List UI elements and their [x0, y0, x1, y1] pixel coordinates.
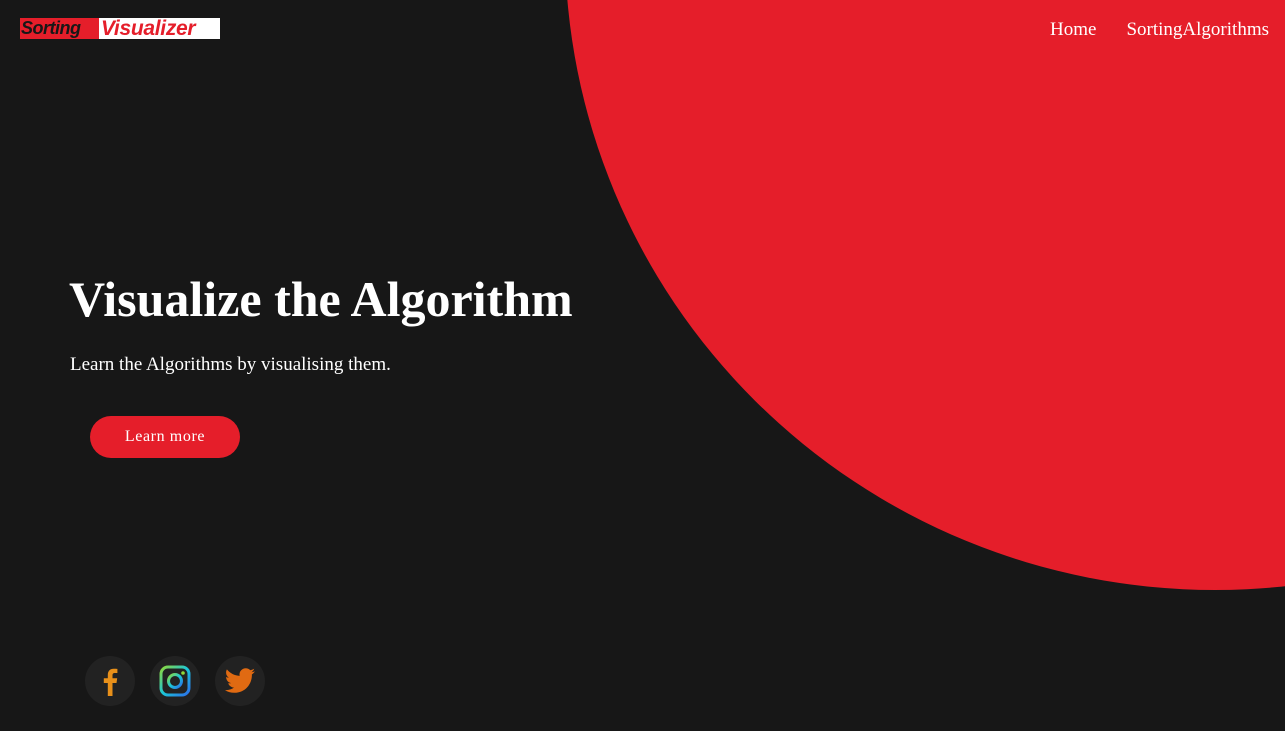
landing-page: Sorting Visualizer Home SortingAlgorithm… — [0, 0, 1285, 731]
social-links — [85, 656, 265, 706]
instagram-icon — [159, 665, 191, 697]
instagram-link[interactable] — [150, 656, 200, 706]
logo-text-visualizer: Visualizer — [99, 18, 220, 39]
hero-subtitle: Learn the Algorithms by visualising them… — [70, 354, 391, 375]
top-nav: Home SortingAlgorithms — [1050, 19, 1269, 41]
nav-link-home[interactable]: Home — [1050, 19, 1096, 41]
twitter-icon — [224, 668, 255, 693]
hero-title: Visualize the Algorithm — [69, 271, 573, 327]
logo-text-sorting: Sorting — [20, 18, 99, 39]
learn-more-button[interactable]: Learn more — [90, 416, 240, 458]
decorative-red-circle — [565, 0, 1285, 590]
logo[interactable]: Sorting Visualizer — [20, 18, 220, 39]
twitter-link[interactable] — [215, 656, 265, 706]
nav-link-sorting-algorithms[interactable]: SortingAlgorithms — [1126, 19, 1269, 41]
facebook-icon — [103, 668, 118, 696]
facebook-link[interactable] — [85, 656, 135, 706]
